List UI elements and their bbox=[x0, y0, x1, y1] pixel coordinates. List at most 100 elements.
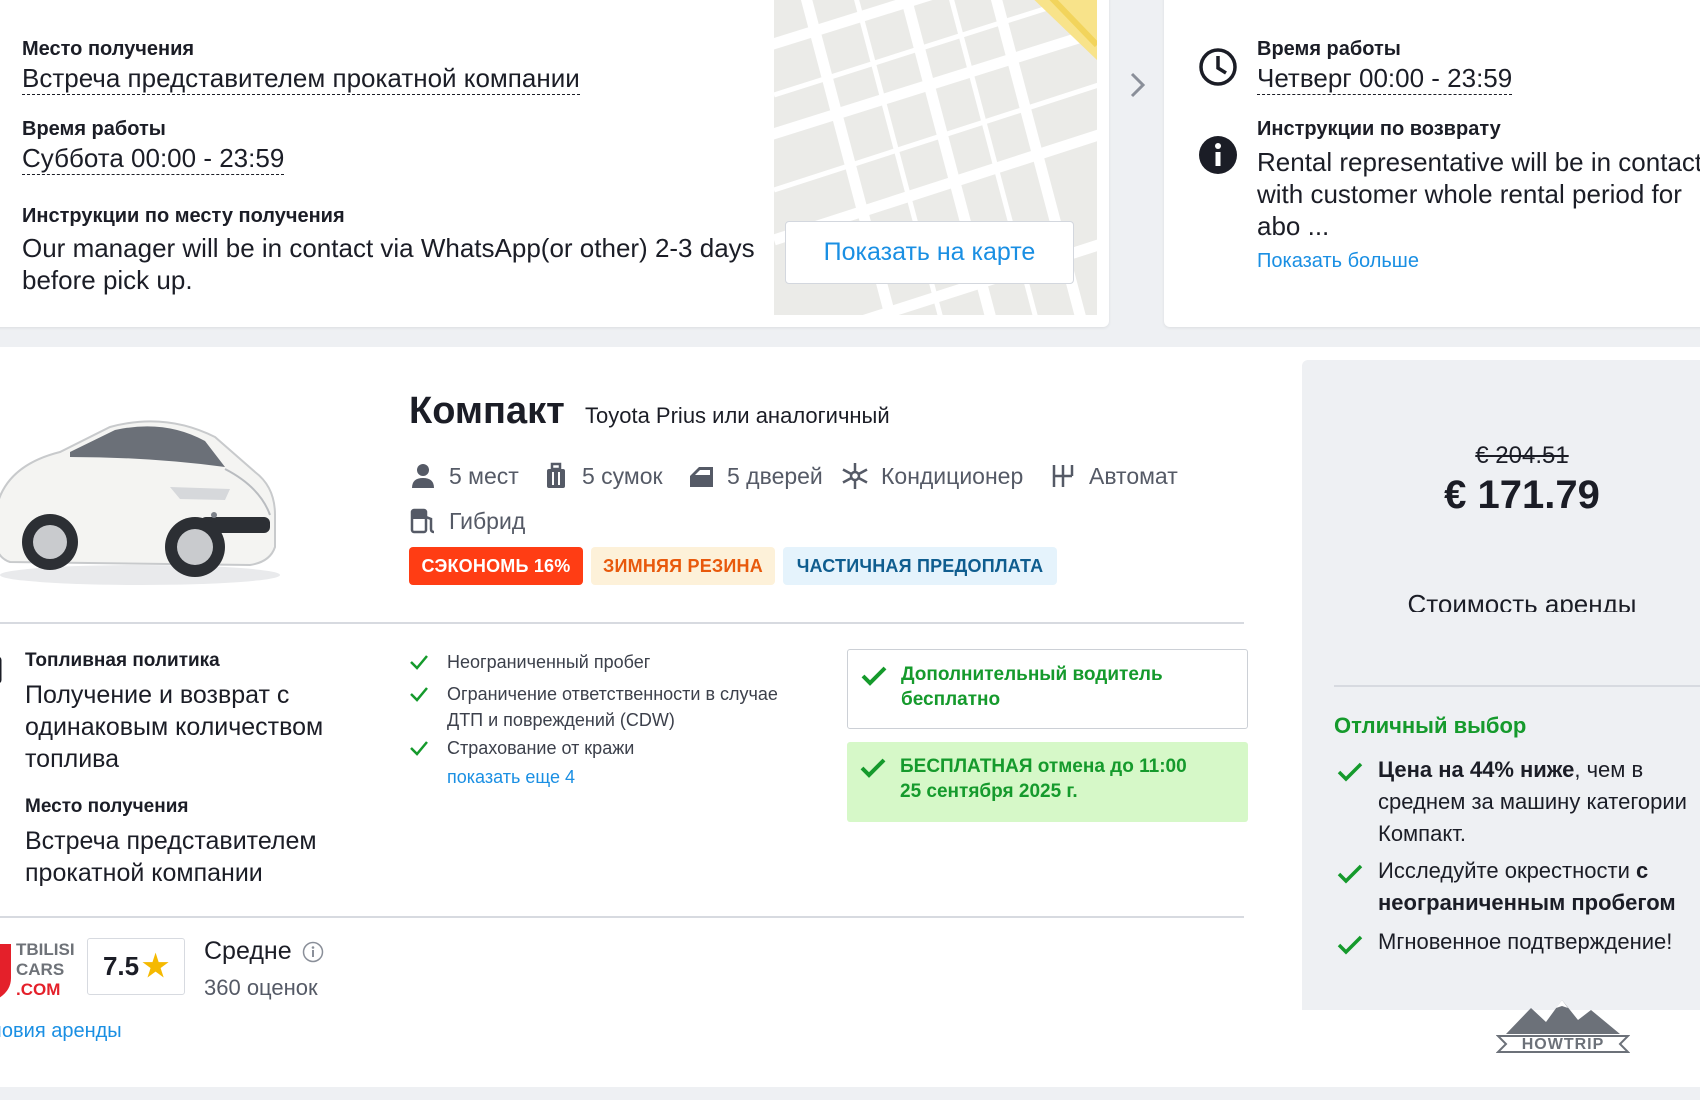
pickup-card: Место получения Встреча представителем п… bbox=[0, 0, 1109, 327]
benefit-price-rest: , чем в bbox=[1574, 757, 1644, 782]
feature-cdw: Ограничение ответственности в случае ДТП… bbox=[409, 681, 778, 733]
spec-bags: 5 сумок bbox=[542, 462, 663, 490]
benefit-price-line2: среднем за машину категории bbox=[1378, 789, 1687, 814]
show-more-link[interactable]: Показать больше bbox=[1257, 250, 1419, 273]
show-more-features-link[interactable]: показать еще 4 bbox=[447, 767, 575, 788]
info-icon[interactable] bbox=[302, 941, 324, 963]
rental-terms-link[interactable]: ловия аренды bbox=[0, 1020, 122, 1043]
check-icon bbox=[1337, 935, 1363, 955]
divider bbox=[0, 622, 1244, 624]
pickup-instructions-line2: before pick up. bbox=[22, 265, 193, 295]
free-cancel-line2: 25 сентября 2025 г. bbox=[900, 781, 1078, 802]
pickup-location-label: Место получения bbox=[22, 38, 195, 60]
benefit-price-bold: Цена на 44% ниже bbox=[1378, 757, 1575, 782]
fuel-policy-line1: Получение и возврат с bbox=[25, 681, 290, 709]
supplier-rating[interactable]: 7.5 ★ bbox=[87, 938, 185, 995]
benefit-instant: Мгновенное подтверждение! bbox=[1378, 929, 1673, 954]
gearbox-icon bbox=[1052, 465, 1074, 487]
spec-fuel: Гибрид bbox=[409, 507, 525, 535]
feature-theft: Страхование от кражи bbox=[409, 735, 634, 761]
spec-doors-label: 5 дверей bbox=[727, 462, 823, 489]
pickup-location-value[interactable]: Встреча представителем прокатной компани… bbox=[22, 63, 580, 95]
feature-theft-label: Страхование от кражи bbox=[447, 738, 635, 758]
logo-text-1: TBILISI bbox=[16, 940, 75, 959]
benefit-mileage-bold1: с bbox=[1635, 858, 1649, 883]
spec-fuel-label: Гибрид bbox=[449, 507, 526, 534]
offer-pickup-label: Место получения bbox=[25, 796, 189, 817]
car-model: Toyota Prius или аналогичный bbox=[585, 403, 890, 428]
return-instructions-line2: with customer whole rental period for bbox=[1257, 179, 1682, 209]
benefit-price: Цена на 44% ниже, чем в среднем за машин… bbox=[1378, 754, 1687, 850]
howtrip-watermark: HOWTRIP bbox=[1495, 996, 1631, 1064]
feature-cdw-line2: ДТП и повреждений (CDW) bbox=[447, 710, 675, 730]
suitcase-icon bbox=[547, 462, 565, 488]
snowflake-icon bbox=[842, 463, 868, 489]
person-icon bbox=[412, 464, 434, 488]
fuel-pump-icon bbox=[0, 657, 2, 683]
benefits-panel: Отличный выбор Цена на 44% ниже, чем в с… bbox=[1302, 612, 1700, 1010]
fuel-policy-label: Топливная политика bbox=[25, 650, 220, 671]
benefit-mileage-bold2: неограниченным пробегом bbox=[1378, 890, 1676, 915]
spec-transmission: Автомат bbox=[1049, 462, 1178, 490]
check-icon bbox=[410, 741, 428, 756]
winter-tires-badge: ЗИМНЯЯ РЕЗИНА bbox=[591, 547, 775, 585]
return-hours-value[interactable]: Четверг 00:00 - 23:59 bbox=[1257, 63, 1513, 95]
offer-pickup-line1: Встреча представителем bbox=[25, 827, 317, 855]
car-category: Компакт bbox=[409, 390, 565, 432]
return-card: Время работы Четверг 00:00 - 23:59 Инстр… bbox=[1164, 0, 1700, 327]
spec-doors: 5 дверей bbox=[687, 462, 823, 490]
spec-ac-label: Кондиционер bbox=[881, 462, 1024, 489]
benefit-mileage-text: Исследуйте окрестности bbox=[1378, 858, 1636, 883]
extra-driver-line1: Дополнительный водитель bbox=[901, 664, 1163, 685]
save-badge: СЭКОНОМЬ 16% bbox=[409, 547, 583, 585]
free-cancel-line1: БЕСПЛАТНАЯ отмена до 11:00 bbox=[900, 756, 1187, 777]
spec-seats: 5 мест bbox=[409, 462, 519, 490]
divider bbox=[1334, 685, 1700, 687]
chevron-right-icon[interactable] bbox=[1128, 70, 1148, 100]
current-price: € 171.79 bbox=[1444, 473, 1600, 517]
check-icon bbox=[861, 666, 887, 686]
fuel-pump-icon bbox=[410, 508, 435, 534]
pickup-instructions-line1: Our manager will be in contact via Whats… bbox=[22, 233, 755, 263]
star-icon: ★ bbox=[142, 950, 170, 983]
benefit-mileage: Исследуйте окрестности с неограниченным … bbox=[1378, 855, 1676, 919]
great-choice-title: Отличный выбор bbox=[1334, 713, 1527, 738]
benefit-price-line3: Компакт. bbox=[1378, 821, 1466, 846]
car-image bbox=[0, 420, 280, 585]
rating-score: 7.5 bbox=[102, 951, 140, 981]
fuel-policy-line3: топлива bbox=[25, 745, 120, 773]
pickup-hours-label: Время работы bbox=[22, 118, 166, 140]
watermark-text: HOWTRIP bbox=[1521, 1036, 1605, 1053]
return-instructions-line3: abo ... bbox=[1257, 211, 1330, 241]
return-hours-label: Время работы bbox=[1257, 38, 1401, 60]
show-on-map-button[interactable]: Показать на карте bbox=[785, 221, 1074, 284]
rating-count: 360 оценок bbox=[204, 975, 318, 1000]
offer-pickup-line2: прокатной компании bbox=[25, 859, 263, 887]
check-icon bbox=[410, 655, 428, 670]
free-cancel-box: БЕСПЛАТНАЯ отмена до 11:00 25 сентября 2… bbox=[847, 742, 1248, 822]
spec-ac: Кондиционер bbox=[841, 462, 1023, 490]
supplier-logo: TBILISI CARS .COM bbox=[0, 940, 85, 1006]
rating-verdict-row: Средне bbox=[204, 937, 324, 966]
spec-bags-label: 5 сумок bbox=[582, 462, 663, 489]
extra-driver-line2: бесплатно bbox=[901, 689, 1001, 710]
car-door-icon bbox=[690, 467, 713, 487]
feature-cdw-line1: Ограничение ответственности в случае bbox=[447, 684, 778, 704]
logo-text-2: CARS bbox=[16, 960, 65, 979]
info-icon bbox=[1199, 136, 1237, 174]
return-instructions-line1: Rental representative will be in contact bbox=[1257, 147, 1700, 177]
partial-prepay-badge: ЧАСТИЧНАЯ ПРЕДОПЛАТА bbox=[783, 547, 1057, 585]
old-price: € 204.51 bbox=[1475, 442, 1569, 469]
divider bbox=[0, 916, 1244, 918]
fuel-policy-line2: одинаковым количеством bbox=[25, 713, 324, 741]
return-instructions-label: Инструкции по возврату bbox=[1257, 118, 1501, 140]
pickup-hours-value[interactable]: Суббота 00:00 - 23:59 bbox=[22, 143, 285, 175]
feature-mileage-label: Неограниченный пробег bbox=[447, 652, 651, 672]
pickup-instructions-label: Инструкции по месту получения bbox=[22, 205, 345, 227]
spec-transmission-label: Автомат bbox=[1089, 462, 1178, 489]
check-icon bbox=[1337, 864, 1363, 884]
spec-seats-label: 5 мест bbox=[449, 462, 519, 489]
logo-text-3: .COM bbox=[16, 980, 61, 999]
feature-mileage: Неограниченный пробег bbox=[409, 649, 650, 675]
rating-verdict: Средне bbox=[204, 937, 292, 965]
